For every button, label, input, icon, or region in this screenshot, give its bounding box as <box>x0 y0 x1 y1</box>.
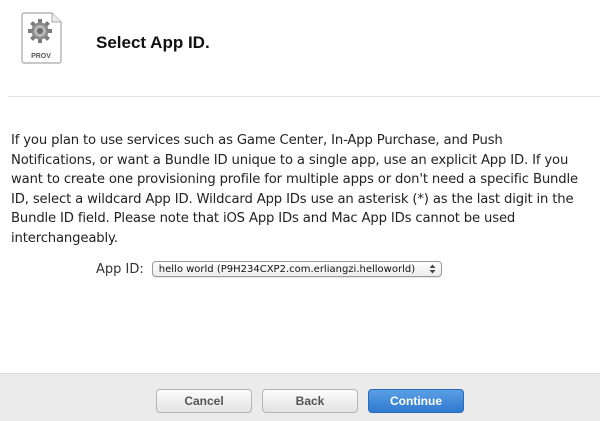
header-divider <box>8 96 600 97</box>
prov-icon-label: PROV <box>31 53 51 60</box>
description-text: If you plan to use services such as Game… <box>11 133 578 246</box>
continue-button[interactable]: Continue <box>368 389 464 413</box>
page-header: PROV Select App ID. <box>0 0 600 95</box>
select-arrows-icon <box>429 264 436 274</box>
app-id-select[interactable]: hello world (P9H234CXP2.com.erliangzi.he… <box>151 261 442 277</box>
page-title: Select App ID. <box>96 33 210 52</box>
cancel-button[interactable]: Cancel <box>156 389 252 413</box>
app-id-row: App ID: hello world (P9H234CXP2.com.erli… <box>96 259 442 279</box>
app-id-selected-value: hello world (P9H234CXP2.com.erliangzi.he… <box>158 263 416 275</box>
app-id-label: App ID: <box>96 261 144 277</box>
footer-bar: Cancel Back Continue <box>0 373 600 421</box>
provisioning-profile-icon: PROV <box>20 12 64 64</box>
back-button[interactable]: Back <box>262 389 358 413</box>
